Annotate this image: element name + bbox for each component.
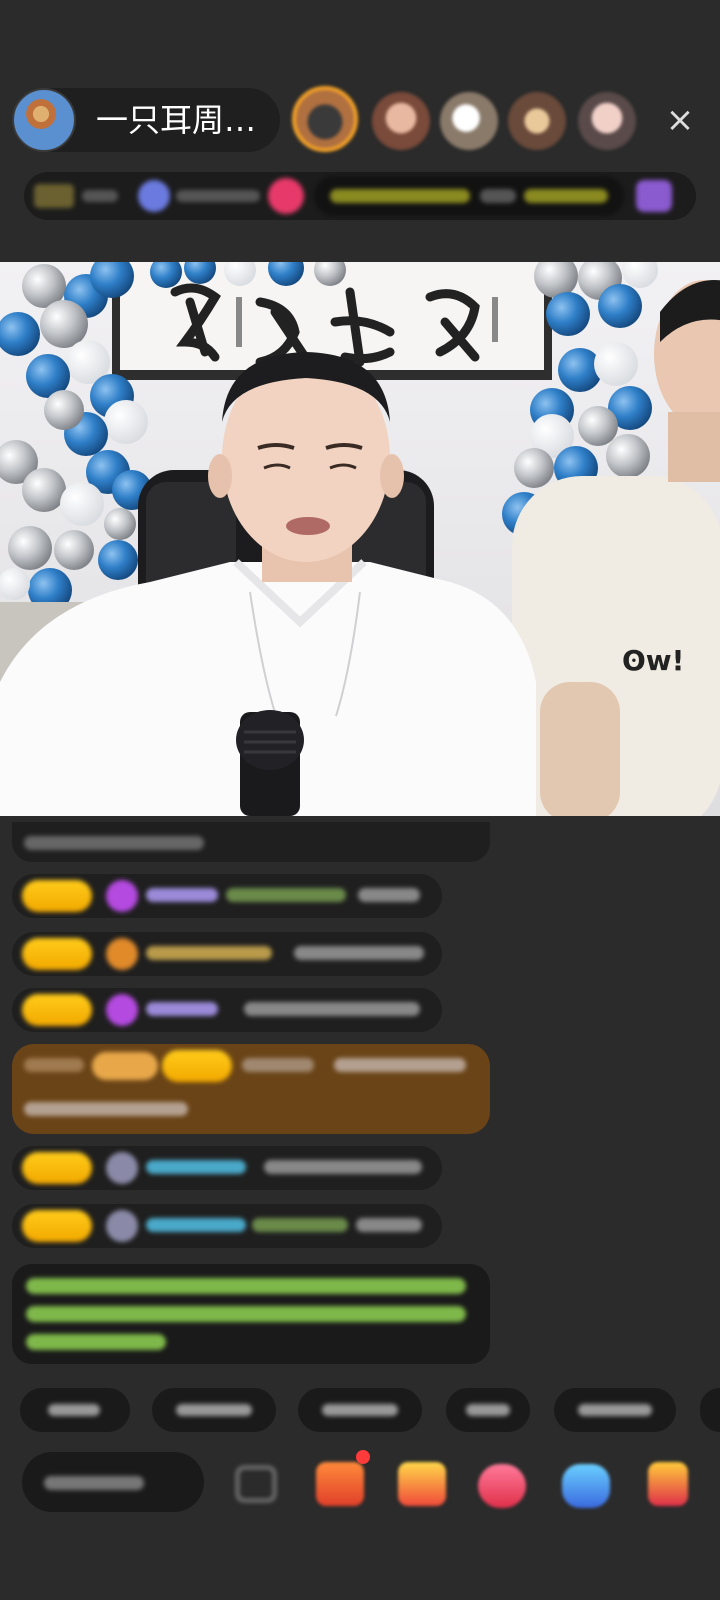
rank-badge (24, 1058, 84, 1072)
highlighted-chat-message[interactable] (12, 1044, 490, 1134)
chat-text (358, 888, 420, 902)
notice-text (26, 1334, 166, 1350)
host-name[interactable]: 一只耳周… (96, 100, 256, 140)
viewer-avatar[interactable] (372, 92, 430, 150)
chip-label (578, 1404, 652, 1416)
chat-text (244, 1002, 420, 1016)
quick-reply-chip[interactable] (20, 1388, 130, 1432)
quick-reply-chip[interactable] (298, 1388, 422, 1432)
chat-message[interactable] (12, 874, 442, 918)
chat-text (356, 1218, 422, 1232)
fans-text (176, 190, 260, 202)
live-video[interactable]: ʘw! (0, 262, 720, 816)
gift-text (252, 1218, 348, 1232)
chat-message[interactable] (12, 1146, 442, 1190)
video-frame: ʘw! (0, 262, 720, 816)
gift-box-icon[interactable] (316, 1462, 364, 1506)
notice-text (26, 1278, 466, 1294)
username[interactable] (146, 888, 218, 902)
chat-message[interactable] (12, 1204, 442, 1248)
chip-label (176, 1404, 252, 1416)
announcement-text (480, 189, 516, 203)
svg-text:ʘw!: ʘw! (622, 644, 684, 677)
emoji-icon[interactable] (236, 1466, 276, 1502)
fan-level-badge (22, 994, 92, 1026)
announcement-text (330, 189, 470, 203)
chat-message[interactable] (12, 822, 490, 862)
chat-message[interactable] (12, 988, 442, 1032)
notification-dot (356, 1450, 370, 1464)
gift-icon[interactable] (398, 1462, 446, 1506)
more-icon[interactable] (648, 1462, 688, 1506)
username[interactable] (146, 1002, 218, 1016)
chat-text (264, 1160, 422, 1174)
username[interactable] (146, 1160, 246, 1174)
gift-text (226, 888, 346, 902)
level-icon (106, 1152, 138, 1184)
fan-level-badge (22, 880, 92, 912)
chat-text (294, 946, 424, 960)
viewer-avatar[interactable] (578, 92, 636, 150)
quick-reply-chip[interactable] (554, 1388, 676, 1432)
host-avatar[interactable] (12, 88, 76, 152)
comment-placeholder (44, 1476, 144, 1490)
username[interactable] (146, 1218, 246, 1232)
system-notice (12, 1264, 490, 1364)
chip-label (48, 1404, 100, 1416)
vip-gem-icon (106, 880, 138, 912)
fans-icon[interactable] (138, 180, 170, 212)
username[interactable] (242, 1058, 314, 1072)
quick-reply-chip[interactable] (700, 1388, 720, 1432)
stats-row (24, 172, 696, 220)
level-badge (92, 1052, 158, 1080)
fan-level-badge (162, 1050, 232, 1082)
level-icon (106, 1210, 138, 1242)
game-icon[interactable] (562, 1464, 610, 1508)
quick-reply-chip[interactable] (152, 1388, 276, 1432)
rank-icon[interactable] (636, 180, 672, 212)
rank-text (82, 190, 118, 202)
fan-level-badge (22, 1152, 92, 1184)
viewer-avatar[interactable] (508, 92, 566, 150)
level-icon (106, 938, 138, 970)
announcement-text (524, 189, 608, 203)
close-icon[interactable]: × (656, 96, 704, 144)
chip-label (466, 1404, 510, 1416)
comment-input[interactable] (22, 1452, 204, 1512)
chat-message[interactable] (12, 932, 442, 976)
viewer-avatar[interactable] (440, 92, 498, 150)
rank-badge[interactable] (34, 184, 74, 208)
heart-icon[interactable] (478, 1464, 526, 1508)
vip-gem-icon (106, 994, 138, 1026)
chat-text (24, 836, 204, 850)
quick-reply-chip[interactable] (446, 1388, 530, 1432)
chip-label (322, 1404, 398, 1416)
fan-level-badge (22, 938, 92, 970)
fan-level-badge (22, 1210, 92, 1242)
chat-text (334, 1058, 466, 1072)
username[interactable] (146, 946, 272, 960)
top-viewer-avatar[interactable] (292, 86, 358, 152)
hot-icon[interactable] (268, 178, 304, 214)
chat-text (24, 1102, 188, 1116)
notice-text (26, 1306, 466, 1322)
